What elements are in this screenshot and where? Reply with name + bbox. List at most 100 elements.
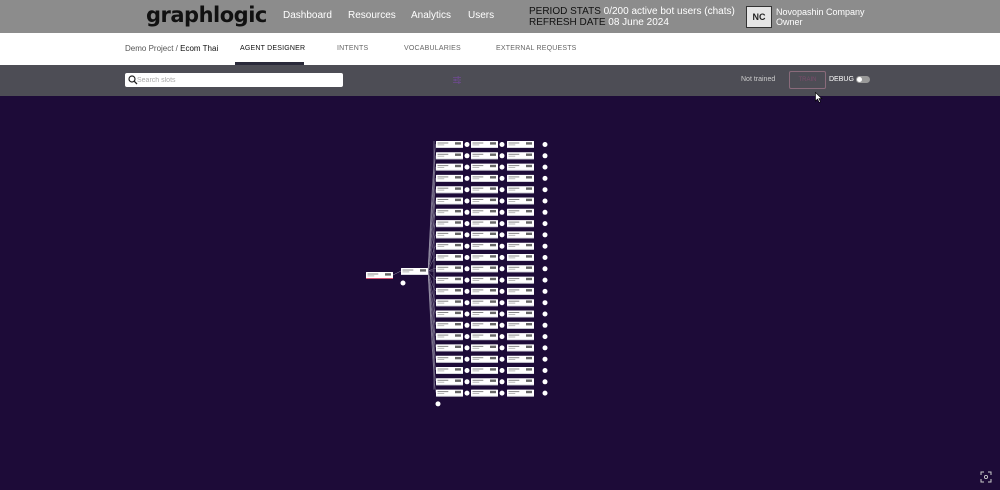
node-connector[interactable] — [499, 322, 505, 328]
flow-node-col3[interactable] — [507, 389, 534, 397]
flow-node-col1[interactable] — [436, 276, 463, 284]
flow-node-col1[interactable] — [436, 141, 463, 148]
node-end-handle[interactable] — [542, 255, 548, 260]
node-connector[interactable] — [464, 345, 470, 351]
node-connector[interactable] — [464, 277, 470, 283]
flow-node-col3[interactable] — [507, 355, 534, 363]
node-end-handle[interactable] — [542, 142, 548, 147]
node-connector[interactable] — [464, 187, 470, 193]
flow-node-col3[interactable] — [507, 208, 534, 216]
nav-users[interactable]: Users — [468, 10, 494, 21]
node-connector[interactable] — [499, 221, 505, 227]
node-end-handle[interactable] — [542, 277, 548, 283]
flow-node-col3[interactable] — [507, 141, 534, 148]
flow-node-col1[interactable] — [436, 321, 463, 329]
flow-node-col2[interactable] — [471, 265, 498, 273]
node-connector[interactable] — [499, 232, 505, 238]
flow-node-col1[interactable] — [436, 231, 463, 239]
node-end-handle[interactable] — [542, 209, 548, 215]
node-connector[interactable] — [499, 175, 505, 181]
flow-node-col1[interactable] — [436, 152, 463, 160]
node-connector[interactable] — [464, 322, 470, 328]
flow-node-col2[interactable] — [471, 186, 498, 194]
node-end-handle[interactable] — [542, 345, 548, 351]
node-connector[interactable] — [499, 368, 505, 373]
fit-view-icon[interactable] — [980, 471, 992, 483]
node-connector[interactable] — [464, 266, 470, 272]
flow-node-col3[interactable] — [507, 197, 534, 205]
node-end-handle[interactable] — [542, 175, 548, 181]
flow-node-col1[interactable] — [436, 367, 463, 374]
flow-node-col1[interactable] — [436, 378, 463, 386]
node-end-handle[interactable] — [542, 368, 548, 373]
flow-node-col3[interactable] — [507, 220, 534, 228]
flow-node-col1[interactable] — [436, 265, 463, 273]
node-connector[interactable] — [499, 288, 505, 294]
node-end-handle[interactable] — [542, 221, 548, 227]
node-connector[interactable] — [464, 300, 470, 306]
flow-node-col1[interactable] — [436, 389, 463, 397]
flow-node-col3[interactable] — [507, 299, 534, 307]
node-connector[interactable] — [464, 379, 470, 385]
node-connector[interactable] — [499, 311, 505, 317]
node-connector[interactable] — [499, 356, 505, 362]
flow-node-col2[interactable] — [471, 197, 498, 205]
flow-node-col1[interactable] — [436, 299, 463, 307]
flow-node-col2[interactable] — [471, 242, 498, 250]
node-connector[interactable] — [499, 153, 505, 159]
node-end-handle[interactable] — [542, 164, 548, 170]
flow-node-col3[interactable] — [507, 186, 534, 194]
tab-intents[interactable]: INTENTS — [337, 45, 368, 52]
node-connector[interactable] — [464, 232, 470, 238]
node-end-handle[interactable] — [542, 300, 548, 306]
flow-node-col2[interactable] — [471, 367, 498, 374]
search-input[interactable] — [137, 74, 317, 86]
node-connector[interactable] — [464, 209, 470, 215]
flow-node-col3[interactable] — [507, 254, 534, 261]
node-end-handle[interactable] — [542, 390, 548, 396]
flow-canvas[interactable] — [0, 97, 1000, 490]
flow-node-col1[interactable] — [436, 186, 463, 194]
tab-agent-designer[interactable]: AGENT DESIGNER — [240, 45, 305, 52]
node-connector[interactable] — [499, 277, 505, 283]
node-connector[interactable] — [464, 368, 470, 373]
add-branch-handle[interactable] — [435, 401, 441, 407]
node-connector[interactable] — [499, 255, 505, 260]
flow-node-col3[interactable] — [507, 333, 534, 341]
flow-node-col1[interactable] — [436, 355, 463, 363]
node-end-handle[interactable] — [542, 266, 548, 272]
node-connector[interactable] — [464, 255, 470, 260]
node-end-handle[interactable] — [542, 322, 548, 328]
node-end-handle[interactable] — [542, 379, 548, 385]
flow-node-col2[interactable] — [471, 299, 498, 307]
node-end-handle[interactable] — [542, 288, 548, 294]
node-connector[interactable] — [499, 266, 505, 272]
start-node-handle[interactable] — [400, 280, 406, 286]
node-connector[interactable] — [499, 300, 505, 306]
flow-node-col2[interactable] — [471, 333, 498, 341]
flow-node-col3[interactable] — [507, 231, 534, 239]
avatar[interactable]: NC — [746, 6, 772, 28]
flow-node-col2[interactable] — [471, 220, 498, 228]
start-node[interactable] — [401, 268, 428, 275]
flow-node-col2[interactable] — [471, 141, 498, 148]
flow-node-col3[interactable] — [507, 378, 534, 386]
flow-node-col3[interactable] — [507, 344, 534, 352]
flow-node-col2[interactable] — [471, 378, 498, 386]
flow-node-col2[interactable] — [471, 355, 498, 363]
flow-node-col2[interactable] — [471, 174, 498, 182]
nav-analytics[interactable]: Analytics — [411, 10, 451, 21]
flow-node-col1[interactable] — [436, 254, 463, 261]
node-end-handle[interactable] — [542, 311, 548, 317]
flow-node-col2[interactable] — [471, 344, 498, 352]
node-connector[interactable] — [464, 175, 470, 181]
node-connector[interactable] — [499, 379, 505, 385]
node-connector[interactable] — [464, 390, 470, 396]
flow-node-col2[interactable] — [471, 287, 498, 295]
node-connector[interactable] — [464, 288, 470, 294]
node-connector[interactable] — [464, 243, 470, 249]
tab-external-requests[interactable]: EXTERNAL REQUESTS — [496, 45, 577, 52]
flow-node-col2[interactable] — [471, 152, 498, 160]
node-connector[interactable] — [464, 334, 470, 340]
flow-node-col1[interactable] — [436, 242, 463, 250]
